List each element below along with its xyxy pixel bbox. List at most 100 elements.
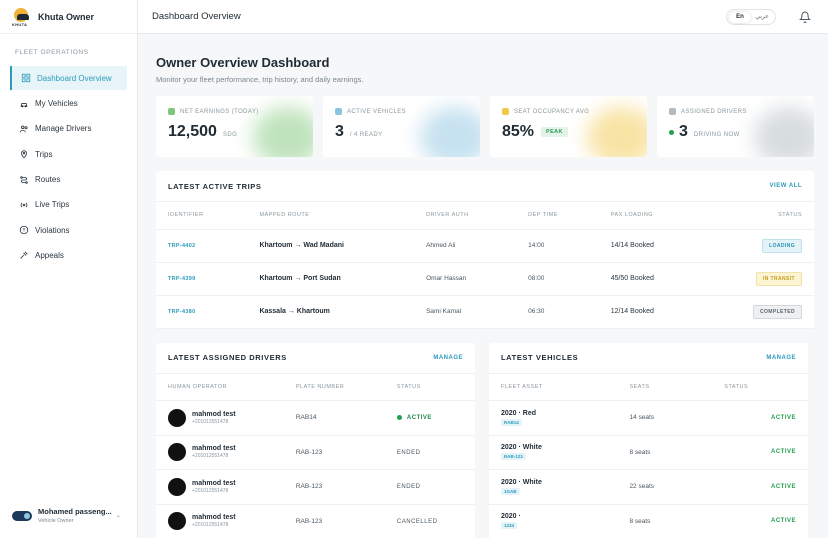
vehicle-plate: RAB-123 (501, 453, 526, 461)
vehicle-plate: 1234 (501, 522, 518, 530)
column-header: STATUS (701, 202, 814, 230)
stat-card: ASSIGNED DRIVERS 3 DRIVING NOW (657, 96, 814, 157)
topbar: Dashboard Overview En عربي (138, 0, 828, 34)
avatar (168, 477, 186, 496)
sidebar-item-label: Routes (35, 175, 61, 185)
sidebar-item-live-trips[interactable]: Live Trips (0, 192, 137, 217)
sidebar-item-routes[interactable]: Routes (0, 167, 137, 192)
table-row[interactable]: 2020 · White 1GAB 22 seats ACTIVE (489, 469, 808, 505)
table-row[interactable]: TRP-4402 Khartoum → Wad Madani Ahmed Ali 14… (156, 229, 814, 263)
sidebar-item-my-vehicles[interactable]: My Vehicles (0, 91, 137, 116)
stat-unit: SDG (222, 132, 238, 138)
column-header: PAX LOADING (598, 202, 702, 230)
lang-en-button[interactable]: En (729, 11, 751, 23)
sidebar-item-label: Dashboard Overview (37, 73, 112, 83)
sidebar-item-label: My Vehicles (35, 99, 78, 109)
column-header: PLATE NUMBER (283, 373, 385, 401)
manage-vehicles-link[interactable]: MANAGE (766, 355, 796, 361)
column-header: STATUS (384, 373, 475, 401)
sidebar-item-trips[interactable]: Trips (0, 142, 137, 167)
vehicle-status: ACTIVE (770, 449, 796, 456)
status-badge: COMPLETED (753, 304, 802, 319)
column-header: DEP TIME (516, 202, 599, 230)
plate-number: RAB14 (295, 414, 317, 422)
trip-driver: Sami Kamal (426, 308, 462, 315)
driver-name: mahmod test (192, 479, 236, 487)
route-icon (19, 175, 29, 185)
user-profile[interactable]: Mohamed passeng... Vehicle Owner ⌄ (12, 507, 132, 524)
drivers-card: LATEST ASSIGNED DRIVERS MANAGE HUMAN OPE… (156, 342, 475, 538)
stat-label: ASSIGNED DRIVERS (681, 108, 747, 115)
status-dot (396, 415, 402, 421)
sidebar: KHUTA Khuta Owner FLEET OPERATIONS Dashb… (0, 0, 138, 538)
sidebar-item-manage-drivers[interactable]: Manage Drivers (0, 116, 137, 141)
vehicle-name: 2020 · White (501, 444, 542, 452)
table-row[interactable]: 2020 · Red RAB14 14 seats ACTIVE (489, 400, 808, 436)
stat-unit: / 4 READY (349, 132, 383, 138)
table-row[interactable]: 2020 · White RAB-123 8 seats ACTIVE (489, 435, 808, 470)
table-row[interactable]: mahmod test +201012551478 RAB-123 CANCELLED (156, 504, 475, 538)
bell-icon[interactable] (799, 11, 811, 23)
table-row[interactable]: mahmod test +201012551478 RAB14 ACTIVE (156, 400, 475, 436)
trip-route: Khartoum → Port Sudan (259, 275, 341, 282)
plate-number: RAB-123 (295, 448, 323, 456)
sidebar-item-dashboard-overview[interactable]: Dashboard Overview (10, 66, 127, 90)
sidebar-item-violations[interactable]: Violations (0, 217, 137, 242)
stat-label: ACTIVE VEHICLES (347, 108, 407, 115)
table-row[interactable]: TRP-4380 Kassala → Khartoum Sami Kamal 06:3… (156, 295, 814, 329)
map-pin-icon (19, 149, 29, 159)
vehicle-status: ACTIVE (770, 483, 796, 490)
stat-value: 3 (679, 123, 688, 140)
status-dot (669, 129, 674, 135)
column-header: SEATS (617, 373, 713, 401)
stat-icon (335, 108, 342, 115)
sidebar-item-label: Violations (35, 225, 70, 235)
table-row[interactable]: mahmod test +201012551478 RAB-123 ENDED (156, 469, 475, 505)
users-icon (19, 124, 29, 134)
trip-id-link[interactable]: TRP-4399 (168, 276, 195, 282)
stat-icon (168, 108, 175, 115)
broadcast-icon (19, 200, 29, 210)
driver-name: mahmod test (192, 410, 236, 418)
table-row[interactable]: 2020 · 1234 8 seats ACTIVE (489, 504, 808, 538)
stat-value: 3 (335, 123, 344, 140)
page-title: Owner Overview Dashboard (156, 55, 330, 70)
table-row[interactable]: mahmod test +201012551478 RAB-123 ENDED (156, 435, 475, 470)
stat-value: 12,500 (168, 123, 217, 140)
brand[interactable]: KHUTA Khuta Owner (0, 0, 137, 34)
chevron-down-icon[interactable]: ⌄ (116, 512, 121, 519)
avatar (168, 443, 186, 462)
trip-time: 14:00 (528, 242, 545, 249)
main-area: Dashboard Overview En عربي Owner Overvie… (138, 0, 828, 538)
lang-ar-button[interactable]: عربي (751, 12, 773, 23)
trip-id-link[interactable]: TRP-4380 (168, 309, 195, 315)
page-subtitle: Monitor your fleet performance, trip his… (156, 75, 364, 84)
table-row[interactable]: TRP-4399 Khartoum → Port Sudan Omar Hassan… (156, 262, 814, 296)
vehicle-name: 2020 · Red (501, 409, 537, 417)
trip-id-link[interactable]: TRP-4402 (168, 243, 195, 249)
driver-name: mahmod test (192, 445, 236, 453)
plate-number: RAB-123 (295, 483, 323, 491)
trips-title: LATEST ACTIVE TRIPS (168, 181, 262, 191)
driver-phone: +201012551478 (192, 522, 229, 529)
language-switch[interactable]: En عربي (726, 9, 776, 25)
trip-pax: 45/50 Booked (610, 275, 654, 282)
driver-name: mahmod test (192, 514, 236, 522)
sidebar-item-appeals[interactable]: Appeals (0, 243, 137, 268)
vehicle-status: ACTIVE (770, 518, 796, 525)
status-badge: LOADING (762, 238, 802, 253)
trip-time: 06:30 (528, 308, 545, 315)
stat-label: NET EARNINGS (TODAY) (180, 108, 259, 115)
view-all-trips-link[interactable]: VIEW ALL (770, 183, 802, 189)
logo-word: KHUTA (12, 21, 28, 27)
stat-label: SEAT OCCUPANCY AVG (514, 108, 590, 115)
manage-drivers-link[interactable]: MANAGE (433, 355, 463, 361)
car-icon (19, 99, 29, 109)
drivers-title: LATEST ASSIGNED DRIVERS (168, 353, 287, 362)
trip-pax: 12/14 Booked (610, 308, 654, 315)
alert-circle-icon (19, 225, 29, 235)
vehicle-plate: RAB14 (501, 418, 522, 426)
avatar (168, 512, 186, 531)
driver-status: CANCELLED (396, 518, 438, 525)
gavel-icon (19, 250, 29, 260)
